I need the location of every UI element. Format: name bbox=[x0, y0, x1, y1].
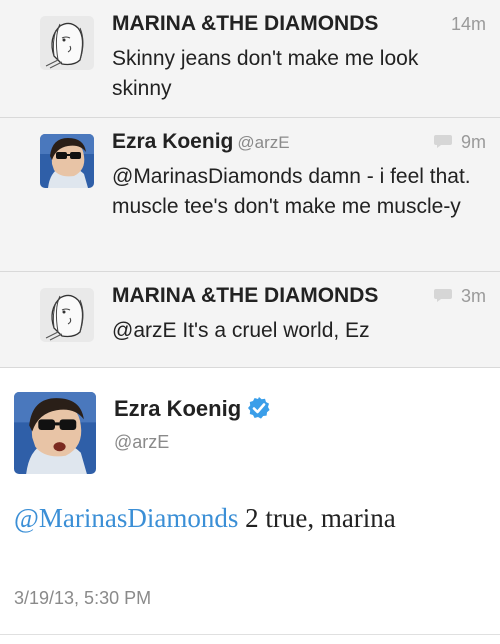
author-name[interactable]: Ezra Koenig bbox=[114, 396, 271, 422]
author-name[interactable]: Ezra Koenig @arzE bbox=[112, 130, 290, 154]
avatar[interactable] bbox=[40, 134, 94, 188]
author-handle: @arzE bbox=[237, 133, 290, 152]
tweet-text: @MarinasDiamonds damn - i feel that. mus… bbox=[112, 165, 471, 218]
mention-link[interactable]: @MarinasDiamonds bbox=[14, 503, 238, 533]
reply-tweet[interactable]: MARINA &THE DIAMONDS 3m @arzE It's a cru… bbox=[0, 272, 500, 368]
verified-badge-icon bbox=[248, 397, 270, 419]
author-name[interactable]: MARINA &THE DIAMONDS bbox=[112, 12, 378, 36]
timestamp: 14m bbox=[450, 14, 486, 34]
avatar[interactable] bbox=[14, 392, 96, 474]
tweet-text: @MarinasDiamonds 2 true, marina bbox=[14, 500, 484, 536]
timestamp: 3m bbox=[433, 286, 486, 307]
reply-tweet[interactable]: Ezra Koenig @arzE 9m @MarinasDiamonds dam… bbox=[0, 118, 500, 272]
timestamp: 9m bbox=[433, 132, 486, 153]
divider bbox=[0, 634, 500, 635]
speech-bubble-icon bbox=[433, 289, 452, 302]
tweet-text: Skinny jeans don't make me look skinny bbox=[112, 47, 419, 100]
author-name[interactable]: MARINA &THE DIAMONDS bbox=[112, 284, 378, 308]
speech-bubble-icon bbox=[433, 135, 452, 148]
tweet-text: @arzE It's a cruel world, Ez bbox=[112, 319, 370, 342]
tweet-timestamp: 3/19/13, 5:30 PM bbox=[14, 588, 152, 608]
reply-tweet[interactable]: MARINA &THE DIAMONDS 14m Skinny jeans do… bbox=[0, 0, 500, 118]
avatar[interactable] bbox=[40, 16, 94, 70]
avatar[interactable] bbox=[40, 288, 94, 342]
main-tweet: Ezra Koenig @arzE @MarinasDiamonds 2 tru… bbox=[0, 368, 500, 644]
author-handle: @arzE bbox=[114, 432, 170, 452]
tweet-body-text: 2 true, marina bbox=[238, 503, 396, 533]
